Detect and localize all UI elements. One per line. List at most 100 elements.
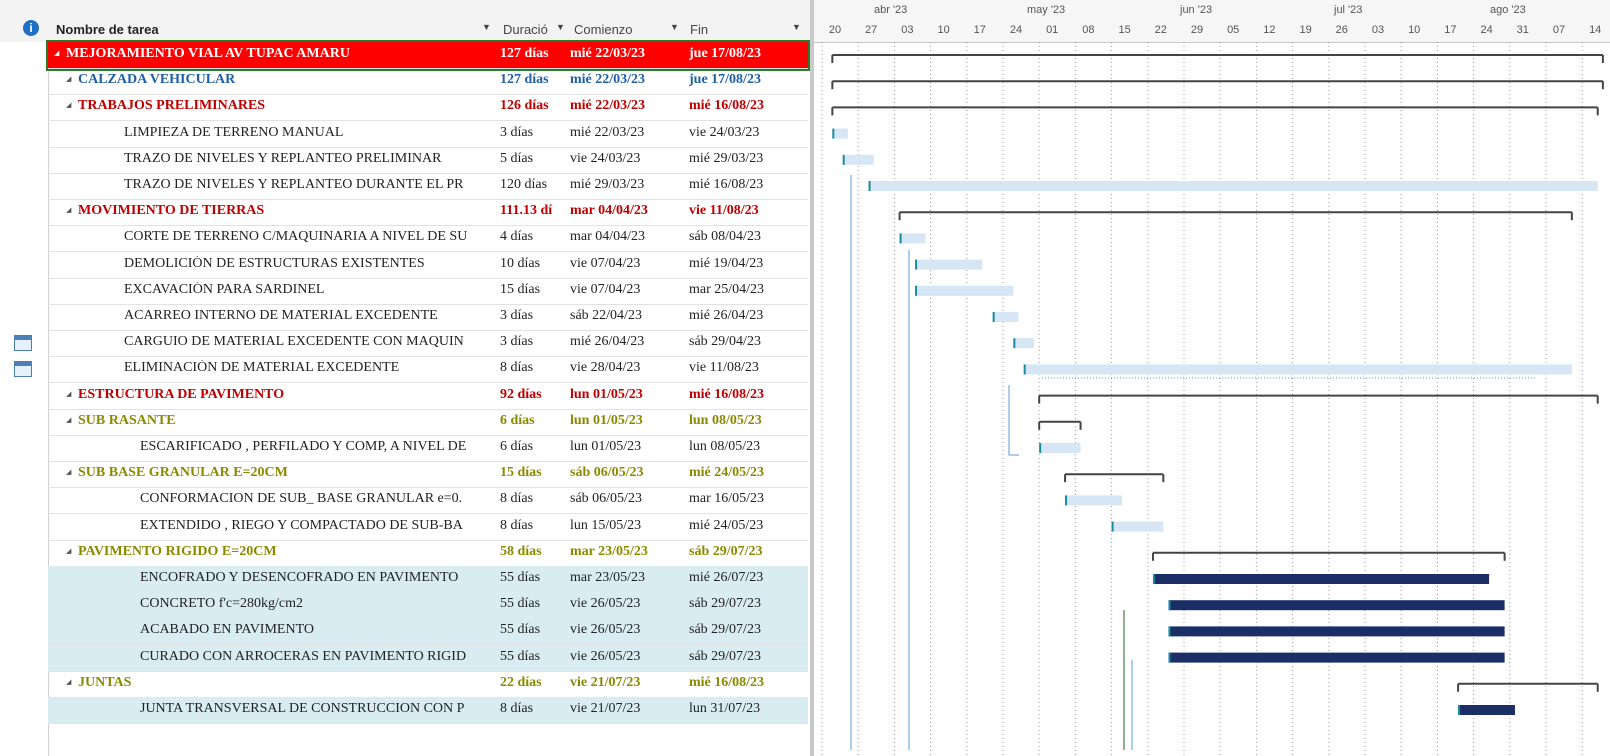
task-name[interactable]: CONFORMACION DE SUB_ BASE GRANULAR e=0. (140, 491, 493, 507)
task-name[interactable]: CORTE DE TERRENO C/MAQUINARIA A NIVEL DE… (124, 229, 493, 245)
task-row[interactable]: ELIMINACIÓN DE MATERIAL EXCEDENTE 8 días v… (48, 356, 808, 384)
column-header-duration[interactable]: Duració (503, 22, 548, 37)
task-duration[interactable]: 127 días (500, 72, 564, 88)
task-name[interactable]: JUNTA TRANSVERSAL DE CONSTRUCCION CON P (140, 701, 493, 717)
task-name[interactable]: TRAZO DE NIVELES Y REPLANTEO PRELIMINAR (124, 151, 493, 167)
task-name[interactable]: ACABADO EN PAVIMENTO (140, 622, 493, 638)
task-start[interactable]: mié 22/03/23 (570, 46, 685, 62)
task-start[interactable]: lun 01/05/23 (570, 387, 685, 403)
task-finish[interactable]: mié 16/08/23 (689, 98, 807, 114)
task-row[interactable]: TRAZO DE NIVELES Y REPLANTEO DURANTE EL … (48, 173, 808, 200)
task-start[interactable]: vie 26/05/23 (570, 596, 685, 612)
task-finish[interactable]: mié 24/05/23 (689, 518, 807, 534)
task-finish[interactable]: mié 24/05/23 (689, 465, 807, 481)
task-finish[interactable]: mié 16/08/23 (689, 387, 807, 403)
column-header-finish[interactable]: Fin (690, 22, 708, 37)
task-finish[interactable]: lun 08/05/23 (689, 439, 807, 455)
task-row[interactable]: CARGUIO DE MATERIAL EXCEDENTE CON MAQUIN… (48, 330, 808, 358)
task-name[interactable]: MEJORAMIENTO VIAL AV TUPAC AMARU (66, 46, 493, 62)
task-duration[interactable]: 55 días (500, 622, 564, 638)
task-finish[interactable]: mié 19/04/23 (689, 256, 807, 272)
task-finish[interactable]: lun 31/07/23 (689, 701, 807, 717)
task-duration[interactable]: 8 días (500, 701, 564, 717)
task-start[interactable]: vie 07/04/23 (570, 256, 685, 272)
task-finish[interactable]: sáb 29/07/23 (689, 596, 807, 612)
task-name[interactable]: ACARREO INTERNO DE MATERIAL EXCEDENTE (124, 308, 493, 324)
task-finish[interactable]: sáb 08/04/23 (689, 229, 807, 245)
task-name[interactable]: TRAZO DE NIVELES Y REPLANTEO DURANTE EL … (124, 177, 493, 193)
task-duration[interactable]: 3 días (500, 125, 564, 141)
task-finish[interactable]: mar 16/05/23 (689, 491, 807, 507)
task-duration[interactable]: 111.13 dí (500, 203, 564, 219)
summary-row[interactable]: ◢ TRABAJOS PRELIMINARES 126 días mié 22/03/… (48, 94, 808, 122)
collapse-triangle-icon[interactable]: ◢ (66, 678, 71, 686)
task-row[interactable]: TRAZO DE NIVELES Y REPLANTEO PRELIMINAR 5… (48, 147, 808, 174)
task-start[interactable]: vie 24/03/23 (570, 151, 685, 167)
task-duration[interactable]: 120 días (500, 177, 564, 193)
column-header-finish-dropdown-icon[interactable]: ▼ (792, 22, 801, 32)
summary-row[interactable]: ◢ MEJORAMIENTO VIAL AV TUPAC AMARU 127 día… (46, 40, 810, 71)
task-duration[interactable]: 3 días (500, 334, 564, 350)
task-finish[interactable]: sáb 29/07/23 (689, 544, 807, 560)
task-finish[interactable]: vie 24/03/23 (689, 125, 807, 141)
task-duration[interactable]: 6 días (500, 413, 564, 429)
task-finish[interactable]: mié 16/08/23 (689, 675, 807, 691)
task-name[interactable]: CURADO CON ARROCERAS EN PAVIMENTO RIGID (140, 649, 493, 665)
task-start[interactable]: vie 26/05/23 (570, 649, 685, 665)
task-name[interactable]: LIMPIEZA DE TERRENO MANUAL (124, 125, 493, 141)
task-name[interactable]: DEMOLICIÓN DE ESTRUCTURAS EXISTENTES (124, 256, 493, 272)
task-row[interactable]: ACABADO EN PAVIMENTO 55 días vie 26/05/23 s… (48, 618, 808, 646)
task-name[interactable]: PAVIMENTO RIGIDO E=20CM (78, 544, 493, 560)
task-start[interactable]: vie 07/04/23 (570, 282, 685, 298)
collapse-triangle-icon[interactable]: ◢ (54, 49, 59, 57)
task-start[interactable]: lun 01/05/23 (570, 413, 685, 429)
task-duration[interactable]: 15 días (500, 282, 564, 298)
task-finish[interactable]: lun 08/05/23 (689, 413, 807, 429)
task-duration[interactable]: 126 días (500, 98, 564, 114)
task-start[interactable]: sáb 06/05/23 (570, 491, 685, 507)
task-start[interactable]: vie 26/05/23 (570, 622, 685, 638)
task-name[interactable]: SUB RASANTE (78, 413, 493, 429)
task-start[interactable]: sáb 22/04/23 (570, 308, 685, 324)
summary-row[interactable]: ◢ MOVIMIENTO DE TIERRAS 111.13 dí mar 04/04… (48, 199, 808, 227)
task-finish[interactable]: sáb 29/04/23 (689, 334, 807, 350)
task-name[interactable]: EXTENDIDO , RIEGO Y COMPACTADO DE SUB-BA (140, 518, 493, 534)
task-start[interactable]: mar 23/05/23 (570, 570, 685, 586)
task-duration[interactable]: 58 días (500, 544, 564, 560)
task-start[interactable]: mié 22/03/23 (570, 125, 685, 141)
task-duration[interactable]: 15 días (500, 465, 564, 481)
task-finish[interactable]: mié 26/04/23 (689, 308, 807, 324)
task-duration[interactable]: 55 días (500, 649, 564, 665)
task-duration[interactable]: 92 días (500, 387, 564, 403)
task-start[interactable]: mié 26/04/23 (570, 334, 685, 350)
info-icon[interactable]: i (23, 20, 39, 36)
column-header-name[interactable]: Nombre de tarea (56, 22, 159, 37)
task-name[interactable]: ESTRUCTURA DE PAVIMENTO (78, 387, 493, 403)
task-duration[interactable]: 55 días (500, 596, 564, 612)
task-duration[interactable]: 4 días (500, 229, 564, 245)
task-start[interactable]: lun 15/05/23 (570, 518, 685, 534)
summary-row[interactable]: ◢ SUB BASE GRANULAR E=20CM 15 días sáb 06/0… (48, 461, 808, 489)
task-duration[interactable]: 55 días (500, 570, 564, 586)
collapse-triangle-icon[interactable]: ◢ (66, 75, 71, 83)
task-finish[interactable]: mié 29/03/23 (689, 151, 807, 167)
task-duration[interactable]: 6 días (500, 439, 564, 455)
task-row[interactable]: CURADO CON ARROCERAS EN PAVIMENTO RIGID 5… (48, 644, 808, 672)
task-finish[interactable]: jue 17/08/23 (689, 46, 807, 62)
collapse-triangle-icon[interactable]: ◢ (66, 206, 71, 214)
task-start[interactable]: mié 22/03/23 (570, 72, 685, 88)
collapse-triangle-icon[interactable]: ◢ (66, 390, 71, 398)
task-start[interactable]: mar 04/04/23 (570, 229, 685, 245)
task-start[interactable]: mié 29/03/23 (570, 177, 685, 193)
task-finish[interactable]: vie 11/08/23 (689, 360, 807, 376)
task-name[interactable]: JUNTAS (78, 675, 493, 691)
task-row[interactable]: LIMPIEZA DE TERRENO MANUAL 3 días mié 22/0… (48, 121, 808, 148)
task-row[interactable]: ENCOFRADO Y DESENCOFRADO EN PAVIMENTO 55 … (48, 566, 808, 593)
summary-row[interactable]: ◢ SUB RASANTE 6 días lun 01/05/23 lun 08/05/… (48, 409, 808, 436)
task-name[interactable]: CARGUIO DE MATERIAL EXCEDENTE CON MAQUIN (124, 334, 493, 350)
task-name[interactable]: TRABAJOS PRELIMINARES (78, 98, 493, 114)
task-row[interactable]: ACARREO INTERNO DE MATERIAL EXCEDENTE 3 d… (48, 304, 808, 331)
column-header-start[interactable]: Comienzo (574, 22, 633, 37)
task-start[interactable]: vie 21/07/23 (570, 701, 685, 717)
task-name[interactable]: ESCARIFICADO , PERFILADO Y COMP, A NIVEL… (140, 439, 493, 455)
